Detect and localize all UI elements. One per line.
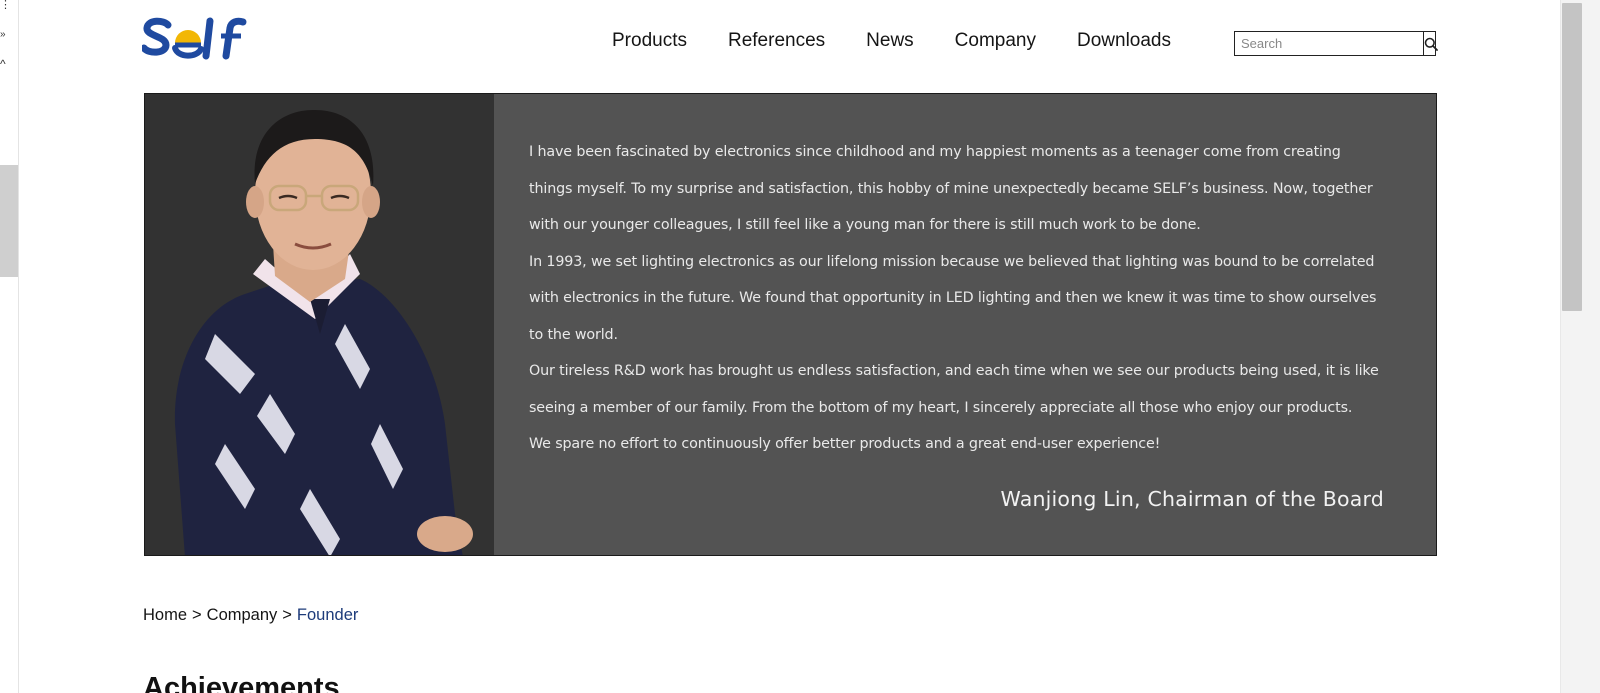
search-icon [1424, 37, 1438, 51]
quote-signature: Wanjiong Lin, Chairman of the Board [1000, 487, 1384, 511]
founder-banner: I have been fascinated by electronics si… [144, 93, 1437, 556]
breadcrumb-current[interactable]: Founder [297, 606, 358, 624]
side-scrollbar-thumb[interactable] [0, 165, 18, 277]
quote-line: to the world. [529, 326, 618, 343]
quote-line: with electronics in the future. We found… [529, 290, 1377, 306]
main-nav: Products References News Company Downloa… [612, 30, 1171, 52]
breadcrumb-separator: > [192, 606, 202, 624]
expand-icon[interactable]: » [0, 30, 6, 40]
nav-products[interactable]: Products [612, 30, 687, 52]
vertical-scrollbar[interactable] [1560, 0, 1600, 693]
search-input[interactable] [1235, 32, 1423, 55]
quote-line: We spare no effort to continuously offer… [529, 436, 1161, 452]
founder-photo [145, 94, 494, 555]
browser-side-strip: ⋮ » ^ [0, 0, 19, 693]
chevron-up-icon[interactable]: ^ [0, 58, 6, 70]
quote-line: I have been fascinated by electronics si… [529, 144, 1341, 160]
founder-portrait-illustration [174, 109, 473, 555]
breadcrumb-company[interactable]: Company [207, 606, 278, 624]
scrollbar-thumb[interactable] [1562, 3, 1582, 311]
more-menu-icon[interactable]: ⋮ [0, 0, 11, 11]
search-box [1234, 31, 1438, 56]
nav-company[interactable]: Company [955, 30, 1036, 52]
quote-line: In 1993, we set lighting electronics as … [529, 253, 1375, 270]
founder-quote: I have been fascinated by electronics si… [529, 134, 1389, 463]
breadcrumb-separator: > [282, 606, 292, 624]
scrollbar-track-edge [1560, 0, 1561, 693]
breadcrumb-home[interactable]: Home [143, 606, 187, 624]
nav-references[interactable]: References [728, 30, 825, 52]
search-button[interactable] [1423, 32, 1438, 55]
quote-line: with our younger colleagues, I still fee… [529, 217, 1201, 233]
self-logo[interactable] [140, 16, 248, 60]
quote-line: Our tireless R&D work has brought us end… [529, 363, 1379, 379]
section-title: Achievements [143, 672, 340, 693]
quote-line: seeing a member of our family. From the … [529, 399, 1353, 416]
quote-panel: I have been fascinated by electronics si… [494, 94, 1436, 555]
nav-downloads[interactable]: Downloads [1077, 30, 1171, 52]
breadcrumb: Home > Company > Founder [143, 606, 358, 625]
nav-news[interactable]: News [866, 30, 914, 52]
quote-line: things myself. To my surprise and satisf… [529, 180, 1373, 197]
self-logo-mark [140, 17, 247, 60]
